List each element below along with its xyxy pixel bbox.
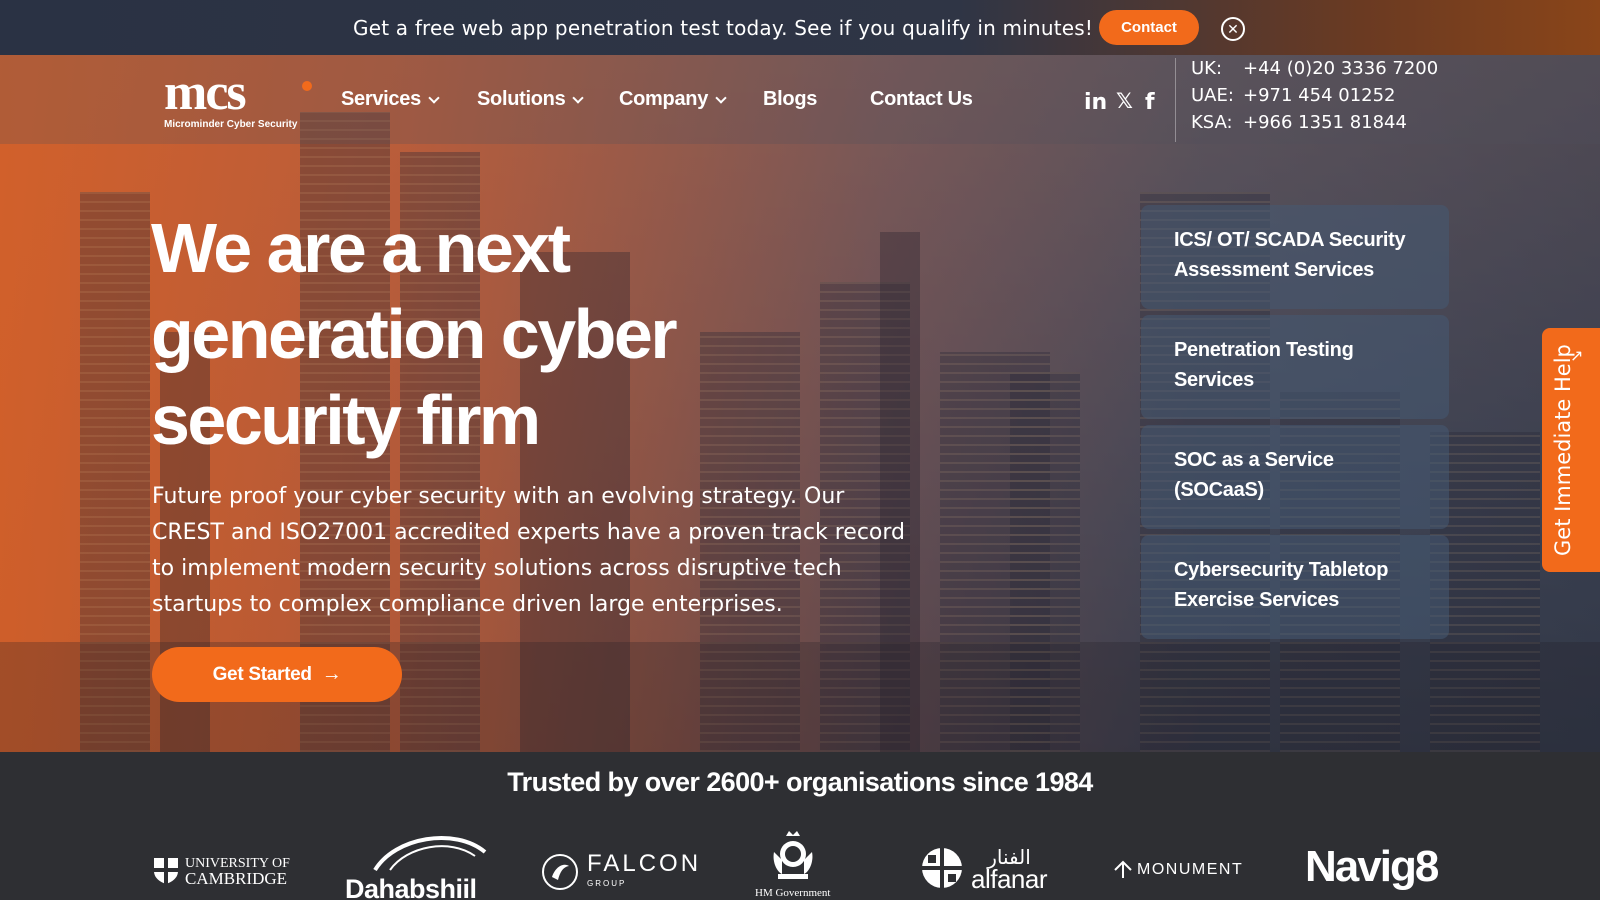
hero-description: Future proof your cyber security with an…	[152, 484, 906, 617]
monument-arrow-icon	[1114, 860, 1132, 878]
dahabshiil-swoosh-icon	[373, 836, 487, 872]
phone-row-uae[interactable]: UAE: +971 454 01252	[1191, 85, 1438, 112]
arrow-right-icon: →	[321, 663, 342, 685]
navig8-logo: Navig8	[1305, 842, 1439, 892]
cambridge-logo: UNIVERSITY OF CAMBRIDGE	[153, 856, 290, 888]
phone-number: +44 (0)20 3336 7200	[1243, 58, 1439, 79]
hero-title-line: We are a next	[151, 209, 571, 287]
monument-logo: MONUMENT	[1113, 860, 1243, 880]
nav-item-services[interactable]: Services	[341, 88, 440, 111]
phone-region: UAE:	[1191, 85, 1234, 106]
phone-contacts: UK: +44 (0)20 3336 7200 UAE: +971 454 01…	[1175, 58, 1438, 142]
royal-crest-icon	[773, 831, 813, 879]
linkedin-icon[interactable]: in	[1084, 90, 1107, 115]
chevron-down-icon	[572, 92, 585, 104]
get-started-button[interactable]: Get Started →	[152, 647, 402, 702]
get-started-label: Get Started	[212, 663, 312, 685]
phone-row-ksa[interactable]: KSA: +966 1351 81844	[1191, 112, 1438, 139]
hm-government-text: HM Government	[755, 887, 831, 899]
nav-item-label: Services	[341, 88, 421, 110]
service-cards: ICS/ OT/ SCADA Security Assessment Servi…	[1141, 205, 1449, 645]
nav-item-contact-us[interactable]: Contact Us	[870, 88, 973, 111]
hero-title-line: generation cyber	[151, 295, 678, 373]
close-icon[interactable]: ✕	[1221, 17, 1245, 41]
phone-region: UK:	[1191, 58, 1223, 79]
dahabshiil-logo: Dahabshiil	[345, 832, 495, 900]
service-card-socaas[interactable]: SOC as a Service (SOCaaS)	[1141, 425, 1449, 529]
promo-banner-text: Get a free web app penetration test toda…	[353, 16, 1094, 40]
navig8-text: Navig8	[1305, 842, 1439, 891]
phone-number: +971 454 01252	[1243, 85, 1396, 106]
falcon-text: FALCON	[587, 850, 702, 877]
x-twitter-icon[interactable]: 𝕏	[1116, 89, 1133, 113]
trusted-by-section: Trusted by over 2600+ organisations sinc…	[0, 752, 1600, 900]
side-tab-label: Get Immediate Help	[1551, 344, 1575, 556]
alfanar-text: alfanar	[971, 864, 1048, 894]
get-immediate-help-tab[interactable]: ↗ Get Immediate Help	[1542, 328, 1600, 572]
cambridge-crest-icon	[154, 858, 178, 884]
service-card-ics-scada[interactable]: ICS/ OT/ SCADA Security Assessment Servi…	[1141, 205, 1449, 309]
phone-number: +966 1351 81844	[1243, 112, 1407, 133]
monument-text: MONUMENT	[1137, 861, 1244, 878]
banner-contact-button[interactable]: Contact	[1099, 10, 1199, 45]
nav-item-label: Contact Us	[870, 88, 973, 110]
falcon-logo: FALCON GROUP	[541, 852, 701, 892]
chevron-down-icon	[428, 92, 440, 104]
cambridge-line2: CAMBRIDGE	[185, 869, 288, 888]
facebook-icon[interactable]: f	[1145, 90, 1155, 115]
nav-item-label: Blogs	[763, 88, 818, 110]
logo-wordmark: mcs	[164, 64, 247, 121]
falcon-sub-text: GROUP	[587, 879, 627, 888]
nav-item-blogs[interactable]: Blogs	[763, 88, 817, 111]
logo-subtitle: Microminder Cyber Security	[164, 119, 298, 130]
main-navigation: mcs Microminder Cyber Security Services …	[0, 55, 1600, 144]
dahabshiil-text: Dahabshiil	[345, 874, 477, 900]
hero-title-line: security firm	[151, 381, 541, 459]
hm-government-logo: HM Government	[755, 830, 830, 899]
alfanar-globe-icon	[922, 848, 962, 888]
service-card-penetration-testing[interactable]: Penetration Testing Services	[1141, 315, 1449, 419]
falcon-emblem-icon	[542, 854, 578, 890]
trusted-title: Trusted by over 2600+ organisations sinc…	[507, 767, 1093, 797]
service-card-tabletop[interactable]: Cybersecurity Tabletop Exercise Services	[1141, 535, 1449, 639]
chevron-down-icon	[715, 92, 727, 104]
nav-item-company[interactable]: Company	[619, 88, 727, 111]
nav-item-label: Company	[619, 88, 709, 110]
phone-region: KSA:	[1191, 112, 1233, 133]
alfanar-logo: الفنار alfanar	[921, 846, 1048, 894]
promo-banner: Get a free web app penetration test toda…	[0, 0, 1600, 55]
nav-item-solutions[interactable]: Solutions	[477, 88, 585, 111]
logo-accent-dot	[302, 81, 312, 91]
mcs-logo[interactable]: mcs Microminder Cyber Security	[164, 64, 314, 131]
hero-title: We are a next generation cyber security …	[151, 205, 851, 463]
nav-item-label: Solutions	[477, 88, 566, 110]
phone-row-uk[interactable]: UK: +44 (0)20 3336 7200	[1191, 58, 1438, 85]
